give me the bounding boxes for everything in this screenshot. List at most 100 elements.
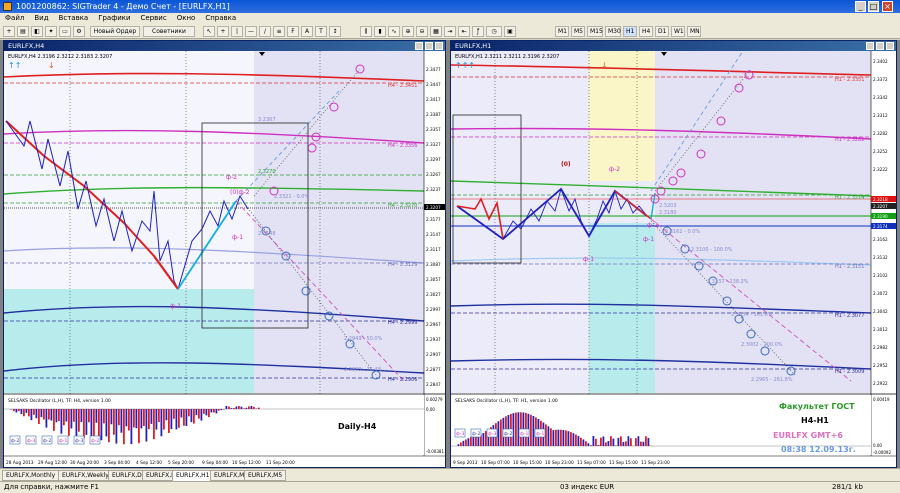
chart-shift-icon[interactable]: ⇤ <box>458 26 470 37</box>
tf-d1-button[interactable]: D1 <box>655 26 669 37</box>
osc-bar <box>125 409 128 427</box>
navigator-icon[interactable]: ✦ <box>45 26 57 37</box>
osc-bar <box>110 409 113 425</box>
menu-view[interactable]: Вид <box>29 14 53 22</box>
osc-bar <box>113 409 115 435</box>
arrows-icon[interactable]: ↕ <box>329 26 341 37</box>
menu-tools[interactable]: Сервис <box>136 14 172 22</box>
menu-charts[interactable]: Графики <box>93 14 135 22</box>
osc-bar <box>183 409 185 426</box>
osc-bar <box>145 409 148 442</box>
osc-bar <box>195 409 198 416</box>
cursor-icon[interactable]: ↖ <box>203 26 215 37</box>
osc-bar <box>255 408 258 409</box>
window-restore-button[interactable] <box>425 42 433 50</box>
osc-bar <box>138 409 140 444</box>
osc-bar <box>462 440 465 446</box>
window-minimize-button[interactable] <box>866 42 874 50</box>
advisors-button[interactable]: Советники <box>143 26 195 37</box>
strategy-tester-icon[interactable]: ⚙ <box>73 26 85 37</box>
tab-weekly[interactable]: EURLFX,Weekly <box>58 470 113 481</box>
price-tick: 2.3102 <box>873 273 888 278</box>
tf-w1-button[interactable]: W1 <box>671 26 685 37</box>
level-label-3: H4 - 2.3270 <box>388 203 417 209</box>
tab-m5[interactable]: EURLFX,M5 <box>244 470 287 481</box>
osc-bar <box>153 409 155 440</box>
chart-window-h1[interactable]: EURLFX,H1 (0) ф-2 ф-1 ф-1 ф-2 H1 - 2.335… <box>450 40 897 468</box>
date-tick: 11 Sep 07:00 <box>577 460 606 466</box>
window-restore-button[interactable] <box>876 42 884 50</box>
tf-mn-button[interactable]: MN <box>687 26 701 37</box>
tile-icon[interactable]: ▦ <box>430 26 442 37</box>
indicators-icon[interactable]: ƒ <box>472 26 484 37</box>
menu-insert[interactable]: Вставка <box>54 14 94 22</box>
tf-m15-button[interactable]: M15 <box>587 26 603 37</box>
autoscroll-icon[interactable]: ⇥ <box>444 26 456 37</box>
window-close-button[interactable] <box>435 42 443 50</box>
label-icon[interactable]: T <box>315 26 327 37</box>
osc-bar <box>33 409 35 415</box>
osc-bar <box>185 409 188 426</box>
window-close-button[interactable] <box>886 42 894 50</box>
chart-canvas-h1[interactable]: (0) ф-2 ф-1 ф-1 ф-2 H1 - 2.3351 H1 - 2.3… <box>451 51 896 467</box>
text-icon[interactable]: A <box>301 26 313 37</box>
osc-bar <box>173 409 175 419</box>
maximize-button[interactable]: □ <box>868 1 879 12</box>
tab-monthly[interactable]: EURLFX,Monthly <box>2 470 60 481</box>
fibonacci-icon[interactable]: F <box>287 26 299 37</box>
menu-window[interactable]: Окно <box>172 14 201 22</box>
periods-icon[interactable]: ◷ <box>486 26 502 37</box>
osc-bar <box>43 409 45 420</box>
osc-bar <box>130 409 133 445</box>
profiles-icon[interactable]: ▤ <box>17 26 29 37</box>
chart-canvas-h4[interactable]: ф-2 (0)ф-2 ф-1 ф-1 H4 - 2.3451 H4 - 2.33… <box>4 51 445 467</box>
channel-icon[interactable]: ≡ <box>273 26 285 37</box>
trendline-icon[interactable]: / <box>259 26 271 37</box>
osc-bar <box>165 409 168 421</box>
osc-bar <box>60 409 63 434</box>
line-chart-icon[interactable]: ∿ <box>388 26 400 37</box>
menu-file[interactable]: Файл <box>0 14 29 22</box>
templates-icon[interactable]: ▣ <box>504 26 516 37</box>
new-order-button[interactable]: Новый Ордер <box>90 26 140 37</box>
marker-phase-2: ф-2 <box>226 174 237 181</box>
osc-bar <box>168 409 170 433</box>
tab-h1[interactable]: EURLFX,H1 <box>172 470 214 481</box>
osc-bar <box>552 430 555 446</box>
terminal-icon[interactable]: ▭ <box>59 26 71 37</box>
window-minimize-button[interactable] <box>415 42 423 50</box>
market-watch-icon[interactable]: ◧ <box>31 26 43 37</box>
osc-bar <box>35 409 38 419</box>
osc-bar <box>625 441 627 446</box>
osc-bar <box>233 408 235 409</box>
status-connection: 281/1 kb <box>832 483 863 491</box>
vertical-line-icon[interactable]: | <box>231 26 243 37</box>
price-tick: 2.3342 <box>873 95 888 100</box>
horizontal-line-icon[interactable]: — <box>245 26 257 37</box>
candle-chart-icon[interactable]: ▮ <box>374 26 386 37</box>
price-tick: 2.3312 <box>873 113 888 118</box>
osc-bar <box>108 409 110 443</box>
tf-h1-button[interactable]: H1 <box>623 26 637 37</box>
tf-h4-button[interactable]: H4 <box>639 26 653 37</box>
osc-bar <box>577 436 580 446</box>
new-order-label: Новый Ордер <box>93 28 137 35</box>
menu-help[interactable]: Справка <box>200 14 241 22</box>
tf-m1-button[interactable]: M1 <box>555 26 569 37</box>
tf-m30-button[interactable]: M30 <box>605 26 621 37</box>
chart-window-h4[interactable]: EURLFX,H4 ф-2 (0)ф-2 ф-1 ф-1 H4 - 2.3451… <box>3 40 446 468</box>
new-chart-icon[interactable]: + <box>3 26 15 37</box>
oscillator-label: SELSAKS Oscillator (L,H), TF: H4, versio… <box>8 398 111 404</box>
osc-tick: -0.00381 <box>426 449 444 454</box>
watermark-line-4: 08:38 12.09.13г. <box>781 445 856 454</box>
bar-chart-icon[interactable]: ⫼ <box>360 26 372 37</box>
zoom-out-icon[interactable]: ⊖ <box>416 26 428 37</box>
osc-box-label: ф-3 <box>27 438 35 444</box>
close-button[interactable]: × <box>882 1 893 12</box>
zoom-in-icon[interactable]: ⊕ <box>402 26 414 37</box>
osc-bar <box>30 409 33 421</box>
date-tick: 11 Sep 15:00 <box>609 460 638 466</box>
crosshair-icon[interactable]: + <box>217 26 229 37</box>
minimize-button[interactable]: _ <box>855 1 866 12</box>
tf-m5-button[interactable]: M5 <box>571 26 585 37</box>
